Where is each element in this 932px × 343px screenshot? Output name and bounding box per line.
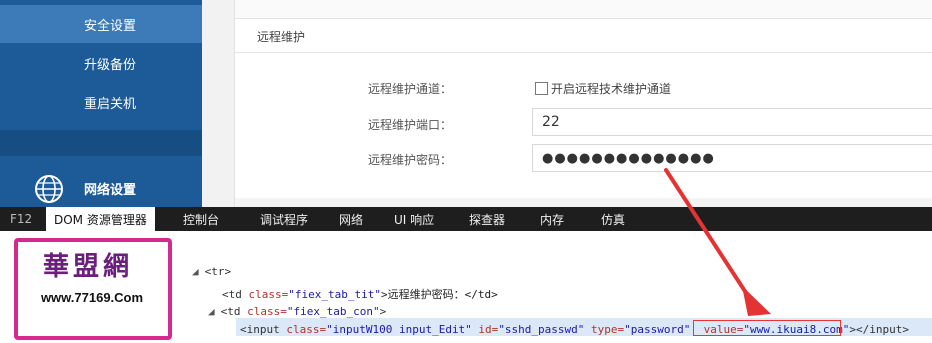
panel-bottom-strip [235, 198, 932, 207]
attr-value: "fiex_tab_tit" [288, 288, 381, 301]
sidebar-item-label: 网络设置 [84, 182, 137, 198]
sidebar-item-upgrade-backup[interactable]: 升级备份 [0, 44, 202, 82]
tab-memory[interactable]: 内存 [540, 207, 564, 231]
remote-password-mask: ●●●●●●●●●●●●●● [542, 150, 715, 166]
remote-port-label: 远程维护端口： [368, 118, 453, 132]
attr-value: "inputW100 input_Edit" [326, 323, 472, 336]
attr-value: "sshd_passwd" [498, 323, 585, 336]
main-panel: 远程维护 远程维护通道： 开启远程技术维护通道 远程维护端口： 22 远程维护密… [234, 0, 932, 207]
remote-channel-checkbox-label: 开启远程技术维护通道 [551, 82, 672, 96]
remote-channel-checkbox[interactable] [535, 82, 548, 95]
sidebar: 安全设置 升级备份 重启关机 网络设置 [0, 0, 202, 207]
tab-profiler[interactable]: 探查器 [469, 207, 505, 231]
tag-text: > [379, 305, 387, 318]
dom-node-tr[interactable]: ◢ <tr> [192, 265, 231, 278]
tab-network[interactable]: 网络 [339, 207, 363, 231]
tag-text: <td [222, 288, 249, 301]
tab-dom-explorer[interactable]: DOM 资源管理器 [46, 207, 155, 231]
attr-name: id= [471, 323, 499, 336]
tab-emulation[interactable]: 仿真 [601, 207, 625, 231]
sidebar-item-label: 重启关机 [84, 96, 137, 112]
attr-value: "password" [624, 323, 691, 336]
devtools-tabbar: F12 DOM 资源管理器 控制台 调试程序 网络 UI 响应 探查器 内存 仿… [0, 207, 932, 231]
node-text: >远程维护密码：</td> [380, 288, 498, 301]
attr-name: class= [247, 305, 287, 318]
sidebar-item-label: 升级备份 [84, 57, 137, 73]
expand-triangle-icon[interactable]: ◢ [192, 265, 199, 278]
section-title: 远程维护 [257, 30, 306, 44]
expand-triangle-icon[interactable]: ◢ [208, 305, 215, 318]
tab-ui-responsiveness[interactable]: UI 响应 [394, 207, 434, 231]
sidebar-item-network[interactable]: 网络设置 [0, 169, 202, 207]
tab-debugger[interactable]: 调试程序 [260, 207, 308, 231]
remote-port-value: 22 [542, 114, 560, 130]
sidebar-item-reboot[interactable]: 重启关机 [0, 83, 202, 121]
logo-url-text: www.77169.Com [40, 290, 144, 305]
remote-password-label: 远程维护密码： [368, 153, 453, 167]
dom-node-td-title[interactable]: <td class="fiex_tab_tit">远程维护密码：</td> [222, 286, 498, 302]
logo-chinese-text: 華盟網 [42, 252, 133, 282]
tag-text: <input [240, 323, 287, 336]
section-divider [235, 52, 932, 53]
remote-port-input[interactable]: 22 [532, 108, 932, 136]
remote-channel-option[interactable]: 开启远程技术维护通道 [535, 80, 671, 97]
tag-text: <td [220, 305, 248, 318]
attr-name: class= [286, 323, 327, 336]
tab-console[interactable]: 控制台 [183, 207, 219, 231]
devtools-f12-label: F12 [10, 212, 33, 226]
dom-node-td-content[interactable]: ◢ <td class="fiex_tab_con"> [208, 305, 386, 318]
watermark-logo: 華盟網 www.77169.Com [0, 232, 180, 340]
panel-top-strip [235, 0, 932, 19]
attr-value: "fiex_tab_con" [286, 305, 380, 318]
tag-text: <tr> [204, 265, 232, 278]
sidebar-divider [0, 130, 202, 156]
attr-name: class= [248, 288, 289, 301]
tag-text: ></input> [849, 323, 909, 336]
content-gutter [202, 0, 234, 207]
attr-name: type= [584, 323, 625, 336]
remote-password-input[interactable]: ●●●●●●●●●●●●●● [532, 144, 932, 172]
remote-channel-label: 远程维护通道： [368, 82, 453, 96]
sidebar-item-label: 安全设置 [84, 18, 137, 34]
value-highlight-box [693, 320, 841, 336]
sidebar-item-security[interactable]: 安全设置 [0, 5, 202, 43]
